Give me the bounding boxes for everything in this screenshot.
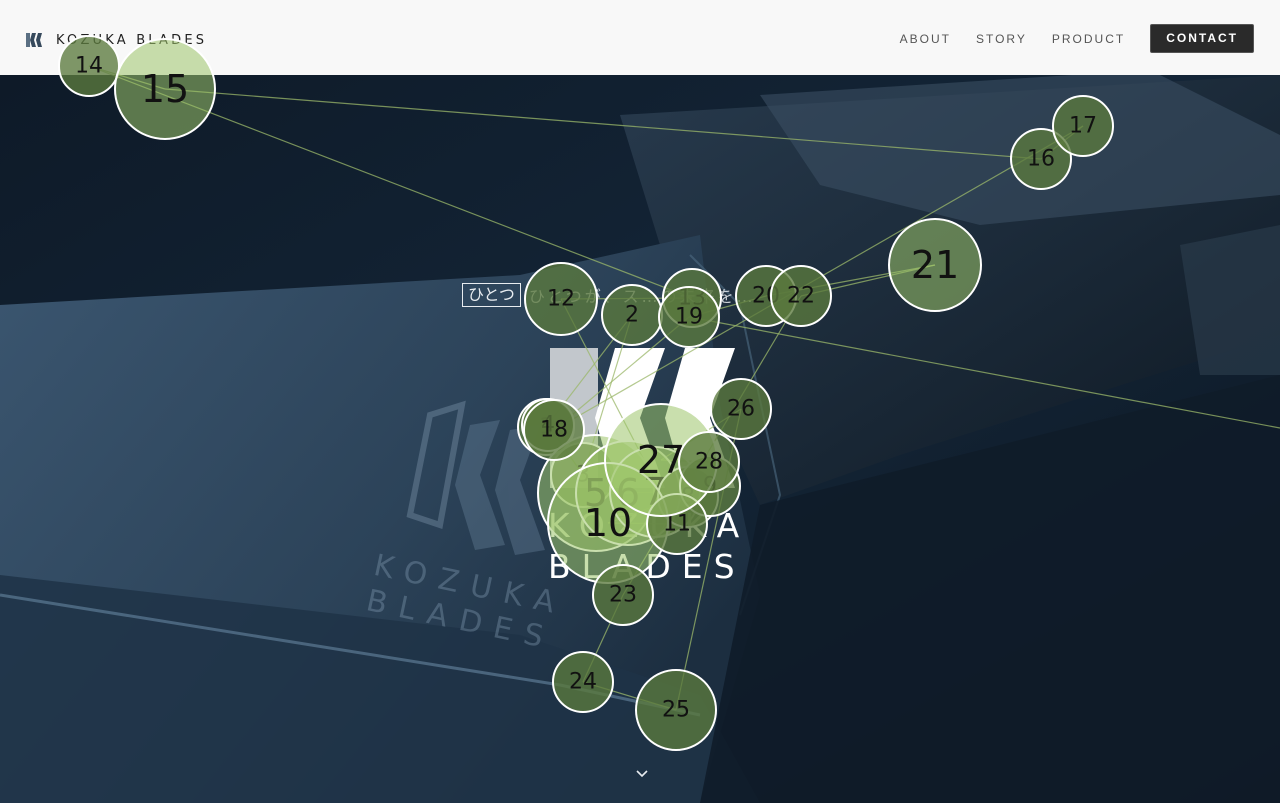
hero-word-kozuka: KOZUKA bbox=[548, 506, 751, 545]
chevron-down-icon[interactable] bbox=[634, 768, 650, 780]
nav-story[interactable]: STORY bbox=[976, 32, 1027, 46]
tagline-boxed: ひとつ bbox=[462, 283, 521, 307]
hero-section bbox=[0, 75, 1280, 803]
hero-tagline: ひとつ ひとつが、ス…の未来を… bbox=[462, 283, 755, 307]
site-header: KOZUKA BLADES ABOUT STORY PRODUCT CONTAC… bbox=[0, 0, 1280, 75]
tagline-rest: ひとつが、ス…の未来を… bbox=[528, 287, 756, 306]
main-nav: ABOUT STORY PRODUCT CONTACT bbox=[900, 24, 1254, 53]
contact-button[interactable]: CONTACT bbox=[1150, 24, 1254, 53]
nav-product[interactable]: PRODUCT bbox=[1052, 32, 1125, 46]
site-logo[interactable]: KOZUKA BLADES bbox=[26, 30, 207, 50]
hero-background bbox=[0, 75, 1280, 803]
hero-wordmark: KOZUKA BLADES bbox=[548, 505, 750, 587]
logo-wordmark: KOZUKA BLADES bbox=[56, 32, 208, 48]
kozuka-logo-icon bbox=[26, 33, 42, 47]
page: KOZUKA BLADES ABOUT STORY PRODUCT CONTAC… bbox=[0, 0, 1280, 803]
hero-word-blades: BLADES bbox=[548, 547, 746, 586]
nav-about[interactable]: ABOUT bbox=[900, 32, 951, 46]
